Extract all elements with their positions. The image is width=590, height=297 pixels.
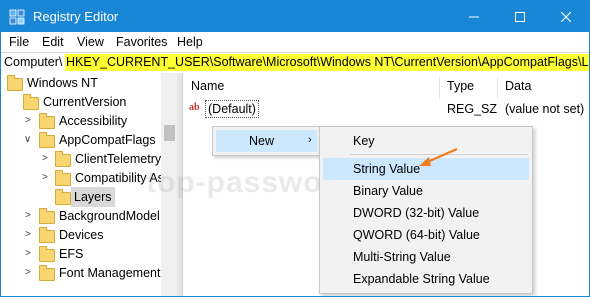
submenu-item-binary-value[interactable]: Binary Value — [323, 180, 529, 202]
tree-item-font-management[interactable]: > Font Management — [1, 263, 161, 283]
tree-item-compatibility-assistant[interactable]: > Compatibility As — [1, 168, 164, 188]
maximize-icon — [515, 11, 525, 22]
tree-item-clienttelemetry[interactable]: > ClientTelemetry — [1, 149, 161, 169]
menu-bar: File Edit View Favorites Help — [1, 32, 589, 52]
chevron-right-icon[interactable]: > — [42, 149, 48, 169]
column-divider[interactable] — [497, 77, 498, 99]
table-row[interactable]: ab (Default) REG_SZ (value not set) — [183, 99, 589, 119]
menu-item-label: DWORD (32-bit) Value — [353, 206, 480, 220]
tree-item-label: Accessibility — [59, 114, 128, 128]
menu-file[interactable]: File — [9, 35, 29, 49]
menu-item-label: Expandable String Value — [353, 272, 490, 286]
tree-item-layers[interactable]: Layers — [1, 187, 161, 207]
folder-icon — [39, 208, 55, 224]
chevron-right-icon: › — [308, 134, 312, 146]
tree-item-currentversion[interactable]: CurrentVersion — [1, 92, 161, 112]
folder-icon — [39, 227, 55, 243]
folder-icon — [39, 113, 55, 129]
tree-item-label: CurrentVersion — [43, 95, 127, 109]
tree-item-label: BackgroundModel — [59, 209, 160, 223]
folder-icon — [7, 75, 23, 91]
tree-item-label: Font Management — [59, 266, 161, 280]
tree-item-label: Layers — [71, 187, 115, 207]
folder-icon — [55, 170, 71, 186]
minimize-icon — [469, 16, 479, 17]
submenu-item-expandable-string-value[interactable]: Expandable String Value — [323, 268, 529, 290]
registry-app-icon — [9, 9, 25, 25]
address-path: HKEY_CURRENT_USER\Software\Microsoft\Win… — [65, 54, 589, 71]
menu-item-label: QWORD (64-bit) Value — [353, 228, 480, 242]
menu-item-label: Binary Value — [353, 184, 423, 198]
menu-view[interactable]: View — [77, 35, 104, 49]
chevron-right-icon[interactable]: > — [42, 168, 48, 188]
folder-icon — [23, 94, 39, 110]
tree-item-label: Devices — [59, 228, 104, 242]
column-header-name[interactable]: Name — [191, 79, 224, 93]
menu-item-label: Key — [353, 134, 375, 148]
column-divider[interactable] — [439, 77, 440, 99]
close-button[interactable] — [543, 1, 589, 32]
address-bar[interactable]: Computer\ HKEY_CURRENT_USER\Software\Mic… — [1, 52, 589, 74]
tree-item-devices[interactable]: > Devices — [1, 225, 161, 245]
maximize-button[interactable] — [497, 1, 543, 32]
annotation-arrow-icon — [419, 147, 458, 166]
folder-icon — [55, 189, 71, 205]
menu-item-label: Multi-String Value — [353, 250, 451, 264]
chevron-right-icon[interactable]: > — [25, 206, 31, 226]
address-prefix: Computer\ — [4, 55, 63, 69]
chevron-right-icon[interactable]: > — [25, 111, 31, 131]
window-title: Registry Editor — [33, 9, 119, 24]
tree-item-label: Windows NT — [27, 76, 98, 90]
context-menu: New › — [212, 126, 321, 156]
tree-item-backgroundmodel[interactable]: > BackgroundModel — [1, 206, 161, 226]
menu-edit[interactable]: Edit — [42, 35, 64, 49]
submenu-item-multi-string-value[interactable]: Multi-String Value — [323, 246, 529, 268]
tree-item-efs[interactable]: > EFS — [1, 244, 161, 264]
tree-item-accessibility[interactable]: > Accessibility — [1, 111, 161, 131]
close-icon — [561, 11, 571, 22]
menu-help[interactable]: Help — [177, 35, 203, 49]
chevron-right-icon[interactable]: > — [25, 225, 31, 245]
chevron-right-icon[interactable]: > — [25, 263, 31, 283]
folder-icon — [39, 246, 55, 262]
menu-item-label: New — [249, 134, 275, 148]
minimize-button[interactable] — [451, 1, 497, 32]
folder-icon — [39, 132, 55, 148]
tree-item-appcompatflags[interactable]: ∨ AppCompatFlags — [1, 130, 161, 150]
menu-item-new[interactable]: New › — [216, 130, 317, 152]
menu-item-label: String Value — [353, 162, 421, 176]
tree-item-label: EFS — [59, 247, 84, 261]
value-name: (Default) — [205, 100, 259, 118]
submenu-item-qword-value[interactable]: QWORD (64-bit) Value — [323, 224, 529, 246]
column-header-data[interactable]: Data — [505, 79, 531, 93]
column-header-type[interactable]: Type — [447, 79, 474, 93]
value-type: REG_SZ — [447, 102, 498, 116]
folder-icon — [39, 265, 55, 281]
ab-string-icon: ab — [189, 102, 200, 113]
chevron-right-icon[interactable]: > — [25, 244, 31, 264]
tree-item-windows-nt[interactable]: Windows NT — [1, 73, 161, 93]
submenu-item-dword-value[interactable]: DWORD (32-bit) Value — [323, 202, 529, 224]
tree-item-label: AppCompatFlags — [59, 133, 156, 147]
chevron-down-icon[interactable]: ∨ — [24, 130, 31, 150]
menu-favorites[interactable]: Favorites — [116, 35, 167, 49]
registry-editor-window: Registry Editor File Edit View Favorites… — [0, 0, 590, 297]
tree-scrollbar-thumb[interactable] — [164, 125, 175, 141]
folder-icon — [55, 151, 71, 167]
value-data: (value not set) — [505, 102, 585, 116]
title-bar[interactable]: Registry Editor — [1, 1, 589, 32]
